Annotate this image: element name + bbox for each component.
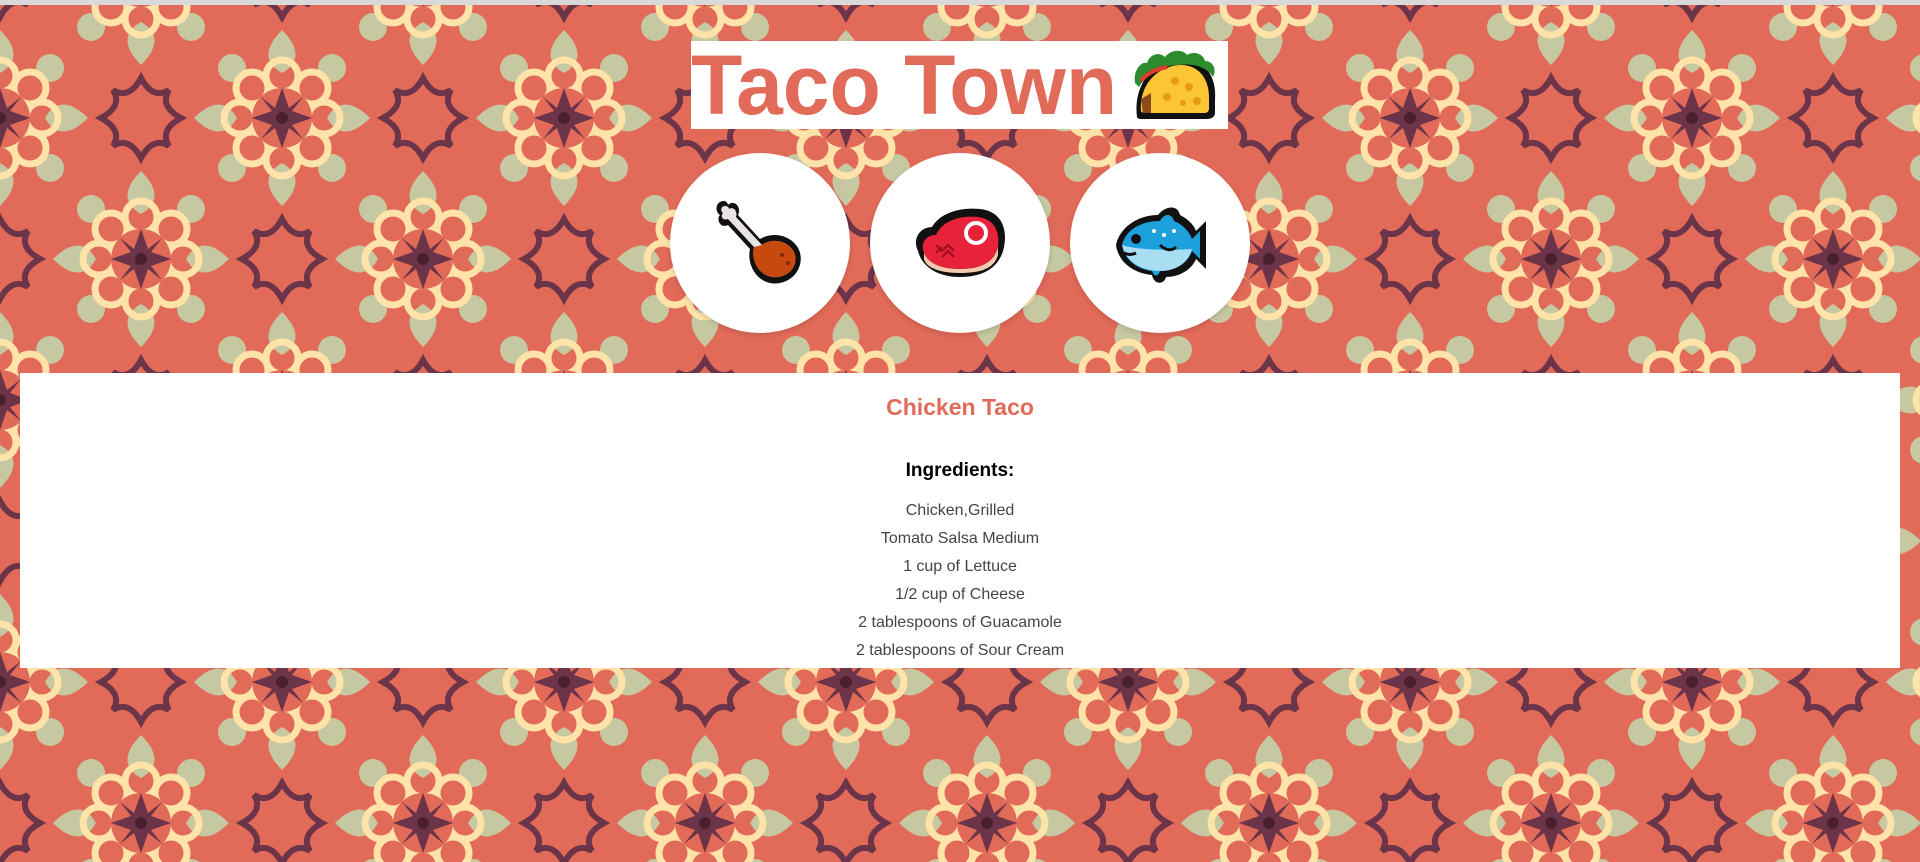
meat-cut-icon bbox=[915, 208, 1005, 277]
beef-button[interactable] bbox=[870, 153, 1050, 333]
ingredient-item: 2 tablespoons of Guacamole bbox=[858, 614, 1062, 631]
ingredient-item: 2 tablespoons of Sour Cream bbox=[855, 642, 1065, 659]
ingredient-item: 1 cup of Lettuce bbox=[903, 558, 1017, 575]
recipe-card: Chicken Taco Ingredients: Chicken,Grille… bbox=[20, 373, 1900, 668]
window-top-border bbox=[0, 0, 1920, 5]
ingredients-list: Chicken,Grilled Tomato Salsa Medium 1 cu… bbox=[20, 497, 1900, 665]
ingredient-item: 1/2 cup of Cheese bbox=[895, 586, 1025, 603]
site-header: Taco Town bbox=[691, 41, 1228, 129]
fish-icon bbox=[1116, 207, 1206, 283]
fish-button[interactable] bbox=[1070, 153, 1250, 333]
ingredients-heading: Ingredients: bbox=[905, 460, 1015, 481]
chicken-button[interactable] bbox=[670, 153, 850, 333]
poultry-leg-icon bbox=[716, 201, 801, 284]
ingredient-item: Tomato Salsa Medium bbox=[880, 530, 1040, 547]
ingredient-item: Chicken,Grilled bbox=[905, 502, 1015, 519]
recipe-title: Chicken Taco bbox=[886, 394, 1034, 420]
taco-icon bbox=[1134, 50, 1216, 119]
site-title: Taco Town bbox=[691, 38, 1118, 132]
